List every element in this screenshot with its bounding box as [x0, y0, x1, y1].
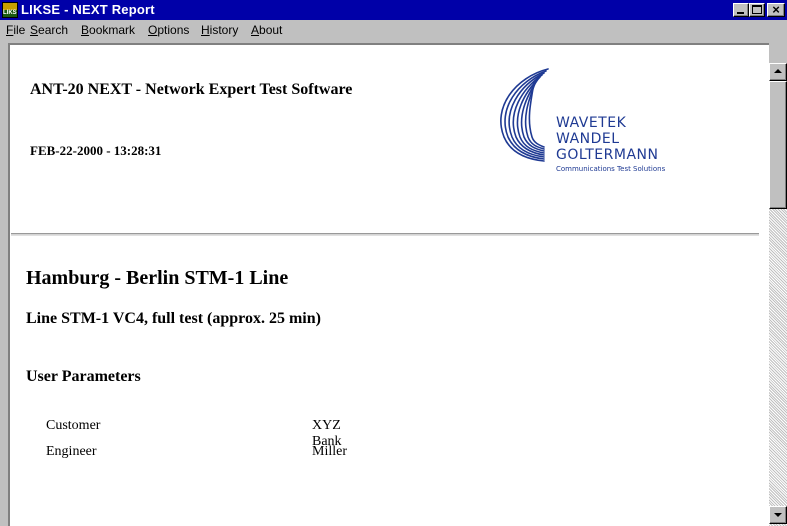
logo-wordmark: WAVETEK WANDEL GOLTERMANN Communications… — [556, 115, 665, 174]
app-window: LIKSE LIKSE - NEXT Report × File Search … — [0, 0, 787, 526]
test-heading: Line STM-1 VC4, full test (approx. 25 mi… — [26, 310, 321, 327]
scroll-thumb[interactable] — [769, 81, 787, 209]
menu-bar: File Search Bookmark Options History Abo… — [0, 20, 787, 40]
scroll-up-button[interactable] — [769, 63, 787, 81]
param-key: Engineer — [46, 444, 97, 459]
title-bar[interactable]: LIKSE LIKSE - NEXT Report × — [0, 0, 787, 20]
product-title: ANT-20 NEXT - Network Expert Test Softwa… — [30, 81, 353, 98]
arrow-up-icon — [774, 69, 782, 73]
param-key: Customer — [46, 418, 101, 433]
close-icon: × — [772, 2, 780, 17]
window-title: LIKSE - NEXT Report — [21, 2, 155, 17]
menu-options[interactable]: Options — [148, 23, 189, 37]
minimize-icon — [737, 12, 744, 14]
vertical-scrollbar[interactable] — [769, 43, 787, 526]
menu-file[interactable]: File — [6, 23, 25, 37]
menu-history[interactable]: History — [201, 23, 238, 37]
minimize-button[interactable] — [733, 3, 749, 17]
report-frame: ANT-20 NEXT - Network Expert Test Softwa… — [8, 43, 787, 526]
param-value: Miller — [312, 444, 347, 459]
app-icon[interactable]: LIKSE — [2, 2, 18, 18]
logo-line-3: GOLTERMANN — [556, 147, 659, 163]
maximize-button[interactable] — [749, 3, 765, 17]
horizontal-divider — [11, 233, 759, 236]
logo-line-1: WAVETEK — [556, 115, 627, 131]
report-content: ANT-20 NEXT - Network Expert Test Softwa… — [10, 45, 769, 526]
scroll-down-button[interactable] — [769, 506, 787, 524]
user-parameters-heading: User Parameters — [26, 368, 141, 385]
logo-tagline: Communications Test Solutions — [556, 165, 666, 173]
menu-bookmark[interactable]: Bookmark — [81, 23, 135, 37]
arrow-down-icon — [774, 513, 782, 517]
menu-search[interactable]: Search — [30, 23, 68, 37]
maximize-icon — [752, 5, 762, 14]
app-icon-label: LIKSE — [3, 10, 17, 17]
report-datetime: FEB-22-2000 - 13:28:31 — [30, 143, 162, 158]
close-button[interactable]: × — [767, 2, 785, 17]
route-heading: Hamburg - Berlin STM-1 Line — [26, 267, 289, 289]
menu-about[interactable]: About — [251, 23, 282, 37]
logo-line-2: WANDEL — [556, 131, 620, 147]
